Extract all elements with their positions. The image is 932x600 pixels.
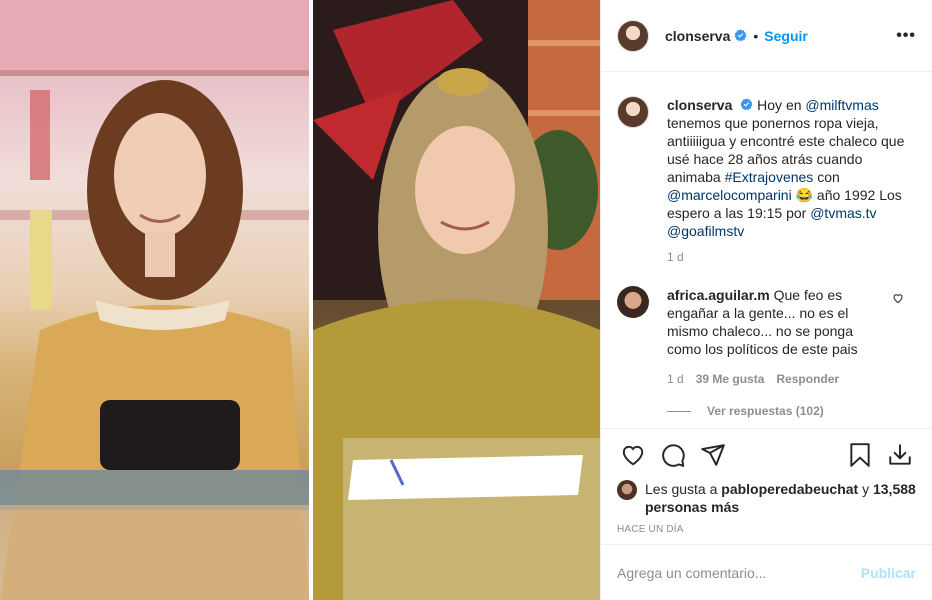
download-icon [889, 443, 911, 465]
comment-icon [662, 443, 685, 467]
caption-link[interactable]: @tvmas.tv [810, 205, 876, 221]
caption-username[interactable]: clonserva [667, 97, 732, 113]
share-icon [701, 443, 725, 466]
heart-icon[interactable] [892, 292, 904, 304]
caption-text: clonserva Hoy en @milftvmas tenemos que … [667, 96, 916, 240]
caption-fragment: con [813, 169, 840, 185]
separator-dot: • [753, 27, 759, 44]
caption-avatar[interactable] [617, 96, 649, 128]
caption: clonserva Hoy en @milftvmas tenemos que … [617, 96, 916, 240]
like-button[interactable] [613, 435, 653, 475]
liker-avatar[interactable] [617, 480, 637, 500]
action-bar [601, 428, 932, 480]
download-button[interactable] [880, 435, 920, 475]
share-button[interactable] [693, 435, 733, 475]
comment-text: africa.aguilar.m Que feo es engañar a la… [667, 286, 877, 358]
comments-area[interactable]: clonserva Hoy en @milftvmas tenemos que … [601, 72, 932, 428]
commenter-username[interactable]: africa.aguilar.m [667, 287, 770, 303]
post-sidebar: clonserva • Seguir ••• clonserva Hoy en … [600, 0, 932, 600]
likes-prefix: Les gusta a [645, 481, 722, 497]
photo-1992 [0, 0, 309, 600]
photo-today [313, 0, 600, 600]
caption-time: 1 d [667, 250, 684, 264]
avatar[interactable] [617, 19, 649, 52]
caption-link[interactable]: @marcelocomparini [667, 187, 792, 203]
photo-1992-illustration [0, 0, 309, 600]
comment-button[interactable] [653, 435, 693, 475]
caption-link[interactable]: @milftvmas [805, 97, 878, 113]
comment-input[interactable]: Agrega un comentario... [617, 565, 861, 581]
likes-summary: Les gusta a pabloperedabeuchat y 13,588 … [601, 480, 932, 516]
post-image[interactable] [0, 0, 600, 600]
post-timestamp: Hace un día [617, 524, 684, 535]
username[interactable]: clonserva [665, 28, 730, 44]
add-comment-bar: Agrega un comentario... Publicar [601, 544, 932, 600]
publish-button[interactable]: Publicar [861, 565, 916, 581]
post-header: clonserva • Seguir ••• [601, 0, 932, 72]
verified-icon [740, 98, 753, 111]
comment-time: 1 d [667, 372, 684, 386]
view-replies[interactable]: Ver respuestas (102) [667, 404, 916, 418]
caption-body: Hoy en @milftvmas tenemos que ponernos r… [667, 97, 904, 239]
instagram-post: clonserva • Seguir ••• clonserva Hoy en … [0, 0, 932, 600]
likes-text: Les gusta a pabloperedabeuchat y 13,588 … [645, 480, 916, 516]
caption-link[interactable]: @goafilmstv [667, 223, 744, 239]
caption-link[interactable]: #Extrajovenes [725, 169, 814, 185]
bookmark-icon [850, 442, 870, 467]
verified-icon [734, 29, 747, 42]
photo-today-illustration [313, 0, 600, 600]
commenter-avatar[interactable] [617, 286, 649, 318]
comment-item: africa.aguilar.m Que feo es engañar a la… [617, 286, 916, 418]
liker-username[interactable]: pabloperedabeuchat [721, 481, 858, 497]
caption-fragment: Hoy en [757, 97, 806, 113]
more-icon[interactable]: ••• [896, 27, 916, 45]
heart-icon [622, 445, 644, 465]
comment-meta: 1 d 39 Me gusta Responder [667, 372, 916, 386]
view-replies-label[interactable]: Ver respuestas (102) [707, 404, 824, 418]
replies-line [667, 410, 691, 412]
likes-middle: y [858, 481, 873, 497]
reply-button[interactable]: Responder [776, 372, 839, 386]
comment-likes[interactable]: 39 Me gusta [696, 372, 765, 386]
follow-button[interactable]: Seguir [764, 28, 808, 44]
save-button[interactable] [840, 435, 880, 475]
